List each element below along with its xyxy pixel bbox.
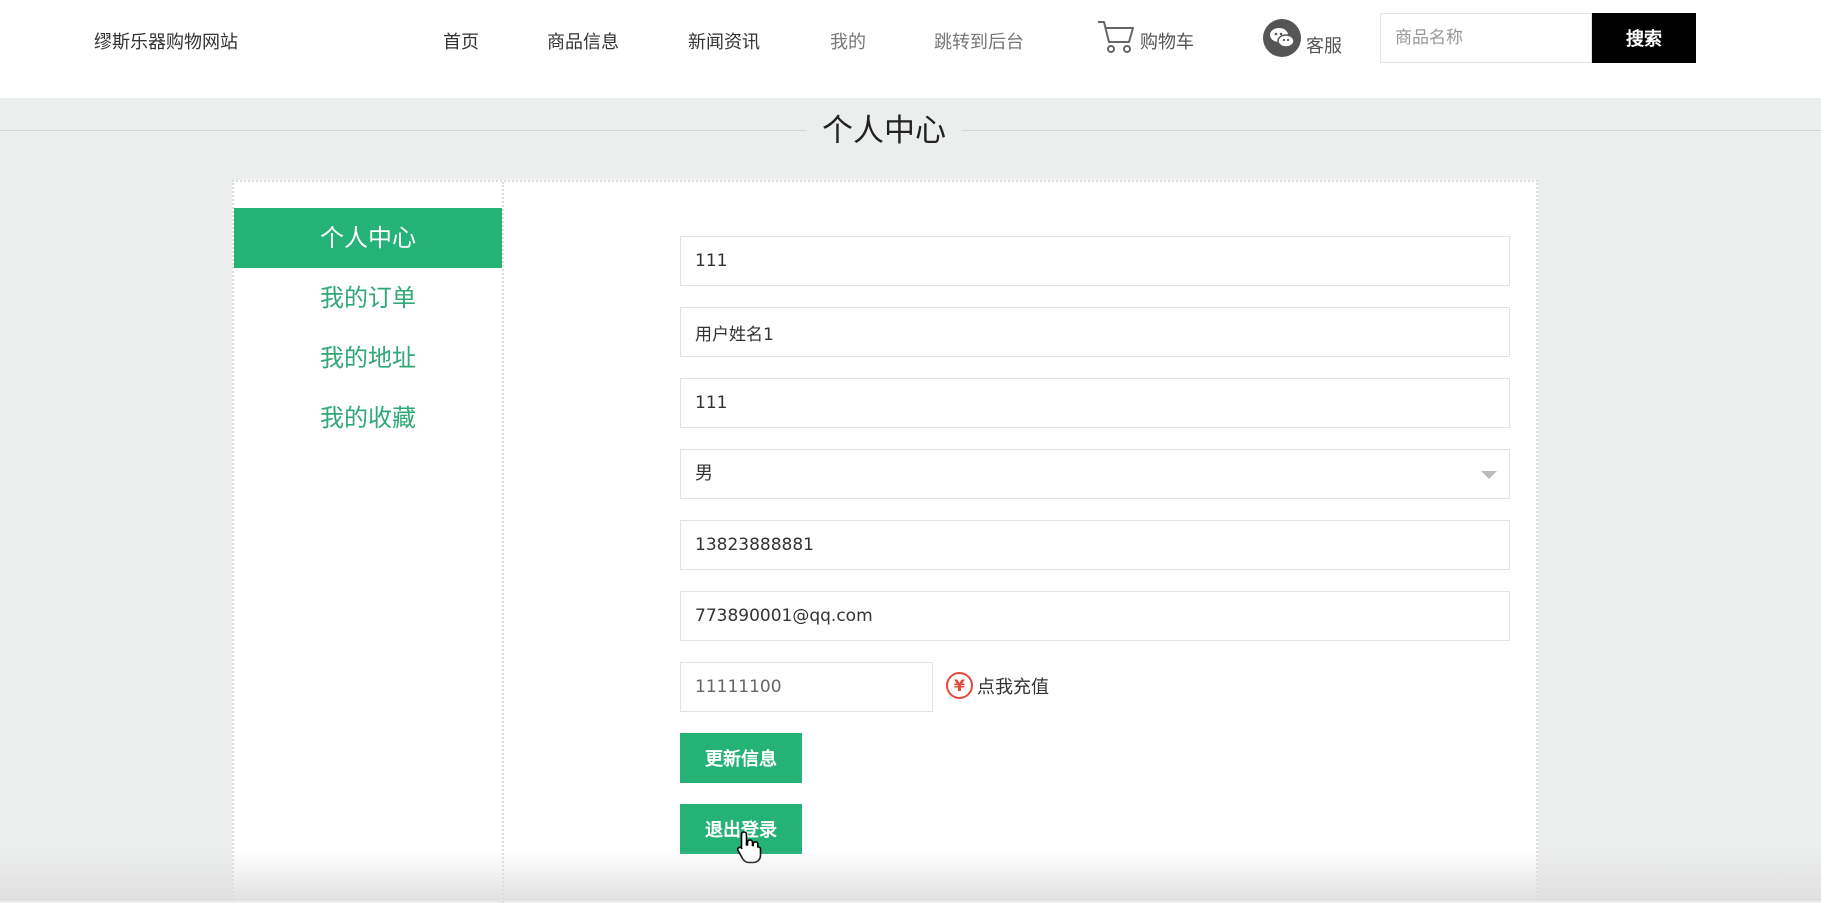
search-button[interactable]: 搜索 <box>1592 13 1696 63</box>
cart-label: 购物车 <box>1140 32 1194 53</box>
cart-icon <box>1096 18 1136 54</box>
yen-icon: ¥ <box>946 672 973 699</box>
site-logo[interactable]: 缪斯乐器购物网站 <box>94 28 238 54</box>
gender-select[interactable]: 男 <box>680 449 1510 499</box>
gender-value: 男 <box>695 463 713 484</box>
nav-home[interactable]: 首页 <box>443 28 479 54</box>
top-navigation-bar: 缪斯乐器购物网站 首页 商品信息 新闻资讯 我的 跳转到后台 购物车 客服 商品… <box>0 0 1821 98</box>
sidebar-item-orders[interactable]: 我的订单 <box>234 268 502 328</box>
balance-input[interactable] <box>680 662 933 712</box>
sidebar-item-address[interactable]: 我的地址 <box>234 328 502 388</box>
sidebar: 个人中心 我的订单 我的地址 我的收藏 <box>234 182 504 903</box>
sidebar-item-profile[interactable]: 个人中心 <box>234 208 502 268</box>
phone-input[interactable] <box>680 520 1510 570</box>
logout-button[interactable]: 退出登录 <box>680 804 802 854</box>
content-panel: 个人中心 我的订单 我的地址 我的收藏 用户账号 用户姓名 密码 性别 男 联系… <box>232 180 1538 903</box>
search-input[interactable] <box>1380 13 1592 63</box>
wechat-icon <box>1262 18 1302 58</box>
nav-mine[interactable]: 我的 <box>830 28 866 54</box>
cart-link[interactable]: 购物车 <box>1096 18 1194 54</box>
recharge-link[interactable]: ¥ 点我充值 <box>946 672 1049 699</box>
name-input[interactable] <box>680 307 1510 357</box>
nav-admin[interactable]: 跳转到后台 <box>934 28 1024 54</box>
service-label: 客服 <box>1306 36 1342 57</box>
nav-products[interactable]: 商品信息 <box>547 28 619 54</box>
sidebar-item-favorites[interactable]: 我的收藏 <box>234 388 502 448</box>
email-input[interactable] <box>680 591 1510 641</box>
password-input[interactable] <box>680 378 1510 428</box>
account-input[interactable] <box>680 236 1510 286</box>
nav-news[interactable]: 新闻资讯 <box>688 28 760 54</box>
update-info-button[interactable]: 更新信息 <box>680 733 802 783</box>
customer-service-link[interactable]: 客服 <box>1262 18 1342 58</box>
recharge-label: 点我充值 <box>977 676 1049 698</box>
chevron-down-icon <box>1481 471 1497 479</box>
page-title: 个人中心 <box>806 108 962 154</box>
